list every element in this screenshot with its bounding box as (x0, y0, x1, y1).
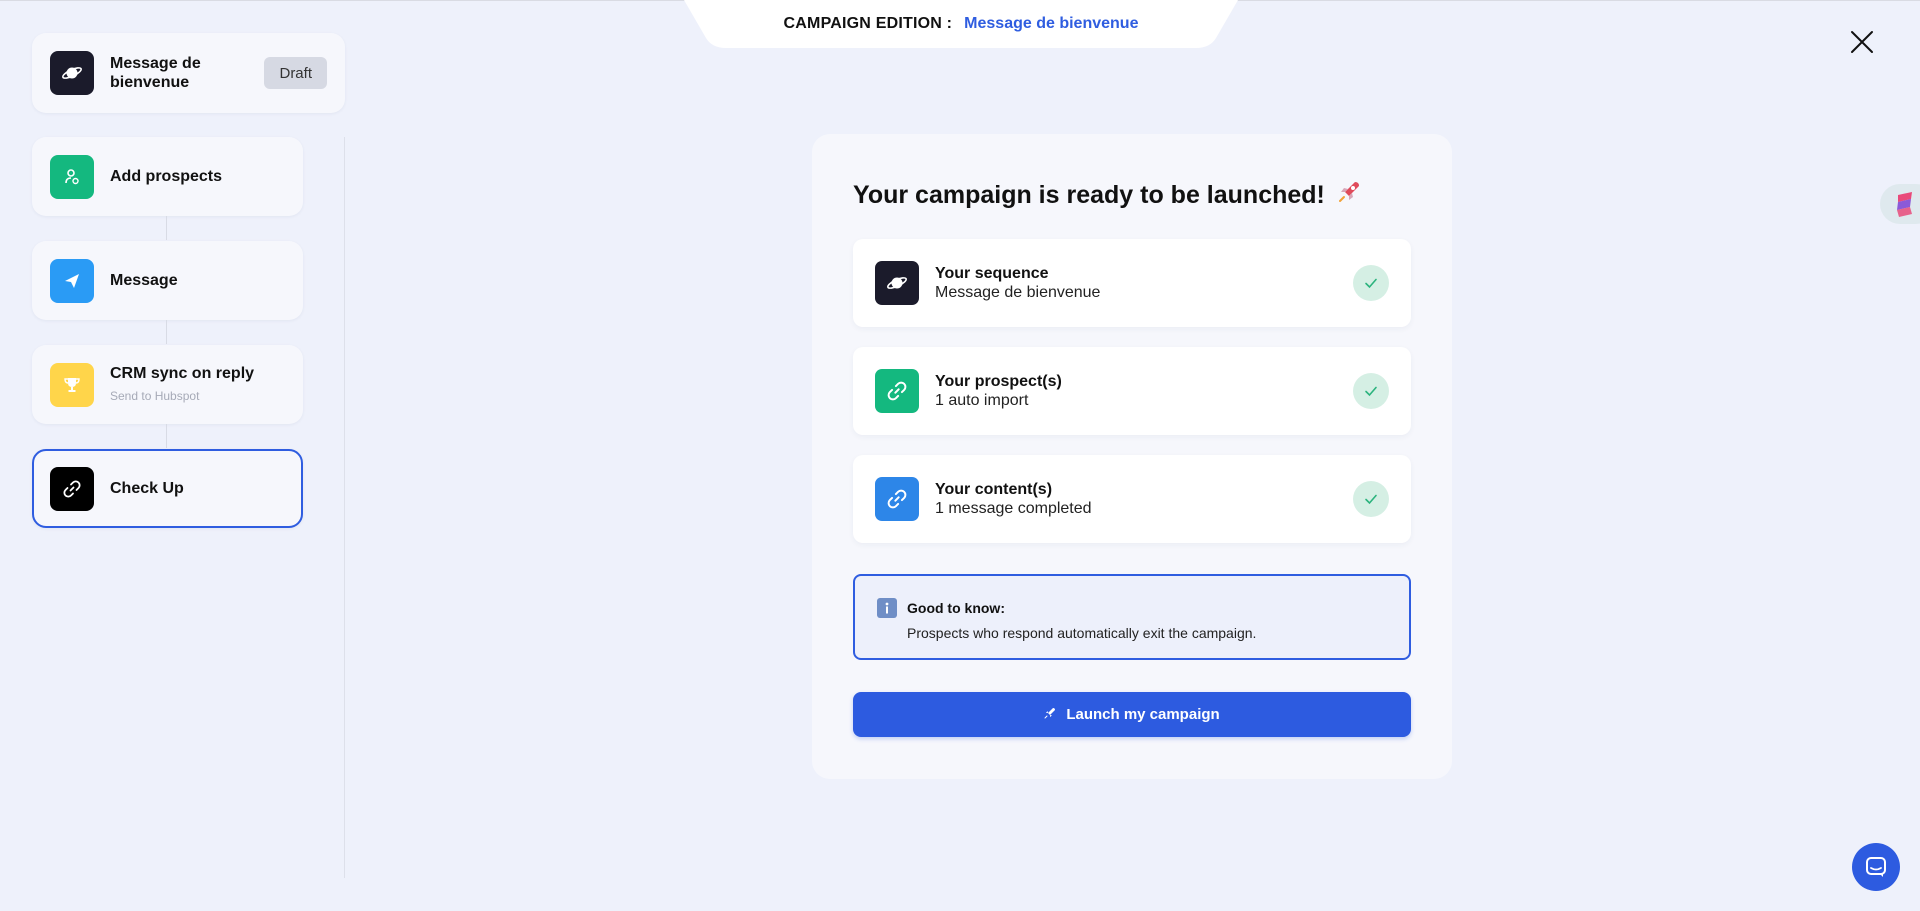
check-icon (1353, 265, 1389, 301)
sidebar-divider (344, 137, 345, 878)
sidebar-step-add-prospects[interactable]: Add prospects (32, 137, 303, 216)
launch-label: Launch my campaign (1066, 706, 1220, 723)
check-contents: Your content(s) 1 message completed (853, 455, 1411, 543)
info-icon (877, 598, 897, 618)
chat-icon (1866, 857, 1886, 877)
trophy-icon (50, 362, 94, 407)
planet-icon (50, 51, 94, 95)
good-to-know-box: Good to know: Prospects who respond auto… (853, 574, 1411, 660)
check-title: Your prospect(s) (935, 373, 1062, 390)
title-text: Your campaign is ready to be launched! (853, 181, 1325, 209)
extension-logo-icon (1897, 192, 1912, 217)
sidebar-step-check-up[interactable]: Check Up (32, 449, 303, 528)
check-icon (1353, 481, 1389, 517)
check-prospects: Your prospect(s) 1 auto import (853, 347, 1411, 435)
link-icon (50, 466, 94, 511)
link-icon (875, 369, 919, 413)
extension-bubble[interactable] (1880, 184, 1920, 224)
step-subtitle: Send to Hubspot (110, 388, 200, 403)
planet-icon (875, 261, 919, 305)
status-badge: Draft (264, 57, 327, 89)
check-detail: 1 message completed (935, 500, 1092, 517)
info-text: Prospects who respond automatically exit… (907, 625, 1257, 641)
launch-campaign-button[interactable]: Launch my campaign (853, 692, 1411, 737)
campaign-edition-header: CAMPAIGN EDITION : Message de bienvenue (684, 0, 1238, 48)
page-title: Your campaign is ready to be launched! (853, 178, 1363, 213)
step-title: CRM sync on reply (110, 364, 255, 382)
paper-plane-icon (50, 258, 94, 303)
campaign-edition-label: CAMPAIGN EDITION : (783, 15, 953, 32)
link-icon (875, 477, 919, 521)
step-label: CRM sync on reply Send to Hubspot (110, 364, 254, 406)
step-label: Message (110, 272, 178, 289)
check-title: Your sequence (935, 265, 1049, 282)
campaign-name[interactable]: Message de bienvenue (964, 15, 1138, 33)
step-label: Check Up (110, 480, 184, 497)
close-icon[interactable] (1848, 28, 1876, 56)
check-icon (1353, 373, 1389, 409)
check-title: Your content(s) (935, 481, 1053, 498)
check-sequence: Your sequence Message de bienvenue (853, 239, 1411, 327)
chat-support-button[interactable] (1852, 843, 1900, 891)
rocket-icon (1335, 178, 1363, 213)
campaign-title: Message de bienvenue (110, 55, 201, 91)
rocket-icon (1044, 706, 1056, 723)
sidebar-step-crm-sync[interactable]: CRM sync on reply Send to Hubspot (32, 345, 303, 424)
check-detail: 1 auto import (935, 392, 1029, 409)
person-icon (50, 154, 94, 199)
sidebar-step-message[interactable]: Message (32, 241, 303, 320)
info-title: Good to know: (907, 600, 1005, 616)
step-label: Add prospects (110, 168, 223, 185)
campaign-card[interactable]: Message de bienvenue Draft (32, 33, 345, 113)
check-detail: Message de bienvenue (935, 284, 1101, 301)
